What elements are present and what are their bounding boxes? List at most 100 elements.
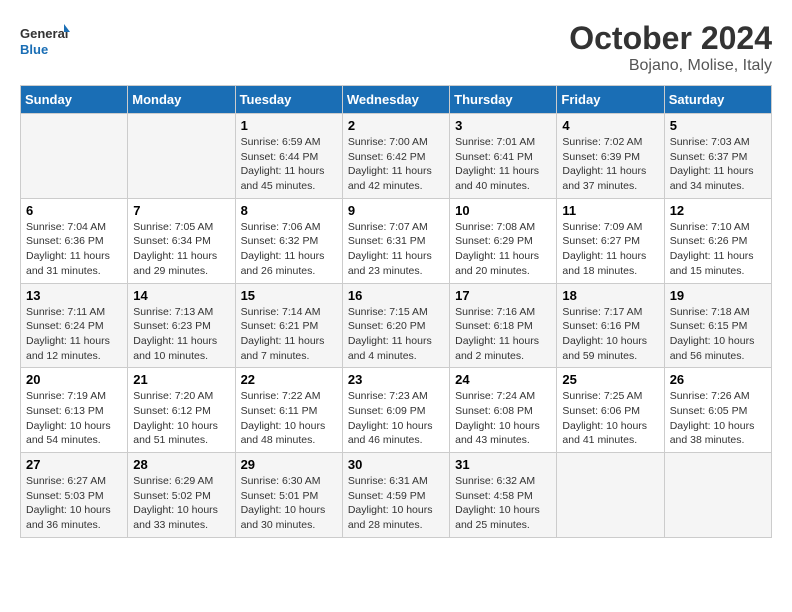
day-info: Sunrise: 6:27 AMSunset: 5:03 PMDaylight:… xyxy=(26,474,122,533)
day-cell: 14 Sunrise: 7:13 AMSunset: 6:23 PMDayligh… xyxy=(128,283,235,368)
day-info: Sunrise: 7:25 AMSunset: 6:06 PMDaylight:… xyxy=(562,389,658,448)
day-cell: 22 Sunrise: 7:22 AMSunset: 6:11 PMDayligh… xyxy=(235,368,342,453)
day-cell: 31 Sunrise: 6:32 AMSunset: 4:58 PMDayligh… xyxy=(450,453,557,538)
day-info: Sunrise: 7:03 AMSunset: 6:37 PMDaylight:… xyxy=(670,135,766,194)
day-cell: 25 Sunrise: 7:25 AMSunset: 6:06 PMDayligh… xyxy=(557,368,664,453)
day-cell: 6Sunrise: 7:04 AMSunset: 6:36 PMDaylight… xyxy=(21,198,128,283)
week-row-5: 27 Sunrise: 6:27 AMSunset: 5:03 PMDayligh… xyxy=(21,453,772,538)
day-info: Sunrise: 7:15 AMSunset: 6:20 PMDaylight:… xyxy=(348,305,444,364)
header-row: SundayMondayTuesdayWednesdayThursdayFrid… xyxy=(21,86,772,114)
day-info: Sunrise: 7:23 AMSunset: 6:09 PMDaylight:… xyxy=(348,389,444,448)
day-number: 7 xyxy=(133,203,229,218)
day-info: Sunrise: 7:20 AMSunset: 6:12 PMDaylight:… xyxy=(133,389,229,448)
week-row-2: 6Sunrise: 7:04 AMSunset: 6:36 PMDaylight… xyxy=(21,198,772,283)
day-info: Sunrise: 7:08 AMSunset: 6:29 PMDaylight:… xyxy=(455,220,551,279)
day-number: 2 xyxy=(348,118,444,133)
day-cell: 8 Sunrise: 7:06 AMSunset: 6:32 PMDaylight… xyxy=(235,198,342,283)
day-info: Sunrise: 6:31 AMSunset: 4:59 PMDaylight:… xyxy=(348,474,444,533)
week-row-1: 1 Sunrise: 6:59 AMSunset: 6:44 PMDaylight… xyxy=(21,114,772,199)
day-cell: 19 Sunrise: 7:18 AMSunset: 6:15 PMDayligh… xyxy=(664,283,771,368)
day-info: Sunrise: 7:19 AMSunset: 6:13 PMDaylight:… xyxy=(26,389,122,448)
day-cell: 17Sunrise: 7:16 AMSunset: 6:18 PMDayligh… xyxy=(450,283,557,368)
day-cell: 20 Sunrise: 7:19 AMSunset: 6:13 PMDayligh… xyxy=(21,368,128,453)
day-cell: 30Sunrise: 6:31 AMSunset: 4:59 PMDayligh… xyxy=(342,453,449,538)
location: Bojano, Molise, Italy xyxy=(569,57,772,75)
day-number: 8 xyxy=(241,203,337,218)
day-number: 9 xyxy=(348,203,444,218)
day-number: 10 xyxy=(455,203,551,218)
day-number: 31 xyxy=(455,457,551,472)
day-cell: 4 Sunrise: 7:02 AMSunset: 6:39 PMDaylight… xyxy=(557,114,664,199)
day-number: 25 xyxy=(562,372,658,387)
header-cell-friday: Friday xyxy=(557,86,664,114)
day-number: 14 xyxy=(133,288,229,303)
week-row-4: 20 Sunrise: 7:19 AMSunset: 6:13 PMDayligh… xyxy=(21,368,772,453)
day-cell: 15 Sunrise: 7:14 AMSunset: 6:21 PMDayligh… xyxy=(235,283,342,368)
day-number: 19 xyxy=(670,288,766,303)
day-info: Sunrise: 7:18 AMSunset: 6:15 PMDaylight:… xyxy=(670,305,766,364)
day-number: 20 xyxy=(26,372,122,387)
day-number: 17 xyxy=(455,288,551,303)
day-number: 4 xyxy=(562,118,658,133)
header-cell-sunday: Sunday xyxy=(21,86,128,114)
day-info: Sunrise: 6:30 AMSunset: 5:01 PMDaylight:… xyxy=(241,474,337,533)
day-cell: 3Sunrise: 7:01 AMSunset: 6:41 PMDaylight… xyxy=(450,114,557,199)
day-number: 18 xyxy=(562,288,658,303)
day-info: Sunrise: 7:00 AMSunset: 6:42 PMDaylight:… xyxy=(348,135,444,194)
day-cell: 18 Sunrise: 7:17 AMSunset: 6:16 PMDayligh… xyxy=(557,283,664,368)
day-info: Sunrise: 7:05 AMSunset: 6:34 PMDaylight:… xyxy=(133,220,229,279)
day-number: 22 xyxy=(241,372,337,387)
day-number: 27 xyxy=(26,457,122,472)
day-cell: 11 Sunrise: 7:09 AMSunset: 6:27 PMDayligh… xyxy=(557,198,664,283)
page-header: General Blue October 2024 Bojano, Molise… xyxy=(20,20,772,75)
svg-text:Blue: Blue xyxy=(20,42,48,57)
logo-svg: General Blue xyxy=(20,20,70,64)
day-number: 21 xyxy=(133,372,229,387)
day-cell: 28Sunrise: 6:29 AMSunset: 5:02 PMDayligh… xyxy=(128,453,235,538)
day-cell: 24Sunrise: 7:24 AMSunset: 6:08 PMDayligh… xyxy=(450,368,557,453)
day-info: Sunrise: 7:13 AMSunset: 6:23 PMDaylight:… xyxy=(133,305,229,364)
header-cell-thursday: Thursday xyxy=(450,86,557,114)
day-info: Sunrise: 7:11 AMSunset: 6:24 PMDaylight:… xyxy=(26,305,122,364)
day-number: 26 xyxy=(670,372,766,387)
day-number: 5 xyxy=(670,118,766,133)
day-number: 1 xyxy=(241,118,337,133)
day-number: 29 xyxy=(241,457,337,472)
header-cell-monday: Monday xyxy=(128,86,235,114)
day-cell: 21 Sunrise: 7:20 AMSunset: 6:12 PMDayligh… xyxy=(128,368,235,453)
day-cell: 7 Sunrise: 7:05 AMSunset: 6:34 PMDaylight… xyxy=(128,198,235,283)
day-info: Sunrise: 6:32 AMSunset: 4:58 PMDaylight:… xyxy=(455,474,551,533)
day-info: Sunrise: 6:59 AMSunset: 6:44 PMDaylight:… xyxy=(241,135,337,194)
day-number: 6 xyxy=(26,203,122,218)
day-info: Sunrise: 7:09 AMSunset: 6:27 PMDaylight:… xyxy=(562,220,658,279)
day-cell: 12Sunrise: 7:10 AMSunset: 6:26 PMDayligh… xyxy=(664,198,771,283)
day-info: Sunrise: 7:02 AMSunset: 6:39 PMDaylight:… xyxy=(562,135,658,194)
day-info: Sunrise: 7:10 AMSunset: 6:26 PMDaylight:… xyxy=(670,220,766,279)
title-block: October 2024 Bojano, Molise, Italy xyxy=(569,20,772,75)
day-cell xyxy=(21,114,128,199)
day-info: Sunrise: 7:17 AMSunset: 6:16 PMDaylight:… xyxy=(562,305,658,364)
day-number: 23 xyxy=(348,372,444,387)
day-info: Sunrise: 7:06 AMSunset: 6:32 PMDaylight:… xyxy=(241,220,337,279)
day-cell: 10 Sunrise: 7:08 AMSunset: 6:29 PMDayligh… xyxy=(450,198,557,283)
day-cell xyxy=(128,114,235,199)
day-number: 13 xyxy=(26,288,122,303)
month-title: October 2024 xyxy=(569,20,772,57)
day-cell: 26 Sunrise: 7:26 AMSunset: 6:05 PMDayligh… xyxy=(664,368,771,453)
day-cell: 9Sunrise: 7:07 AMSunset: 6:31 PMDaylight… xyxy=(342,198,449,283)
day-info: Sunrise: 7:14 AMSunset: 6:21 PMDaylight:… xyxy=(241,305,337,364)
calendar-table: SundayMondayTuesdayWednesdayThursdayFrid… xyxy=(20,85,772,538)
day-cell: 13 Sunrise: 7:11 AMSunset: 6:24 PMDayligh… xyxy=(21,283,128,368)
day-cell: 27 Sunrise: 6:27 AMSunset: 5:03 PMDayligh… xyxy=(21,453,128,538)
logo: General Blue xyxy=(20,20,70,64)
day-number: 15 xyxy=(241,288,337,303)
week-row-3: 13 Sunrise: 7:11 AMSunset: 6:24 PMDayligh… xyxy=(21,283,772,368)
day-number: 11 xyxy=(562,203,658,218)
day-info: Sunrise: 7:24 AMSunset: 6:08 PMDaylight:… xyxy=(455,389,551,448)
svg-text:General: General xyxy=(20,26,68,41)
day-cell: 29 Sunrise: 6:30 AMSunset: 5:01 PMDayligh… xyxy=(235,453,342,538)
day-cell xyxy=(664,453,771,538)
day-info: Sunrise: 7:26 AMSunset: 6:05 PMDaylight:… xyxy=(670,389,766,448)
day-info: Sunrise: 7:22 AMSunset: 6:11 PMDaylight:… xyxy=(241,389,337,448)
day-number: 3 xyxy=(455,118,551,133)
